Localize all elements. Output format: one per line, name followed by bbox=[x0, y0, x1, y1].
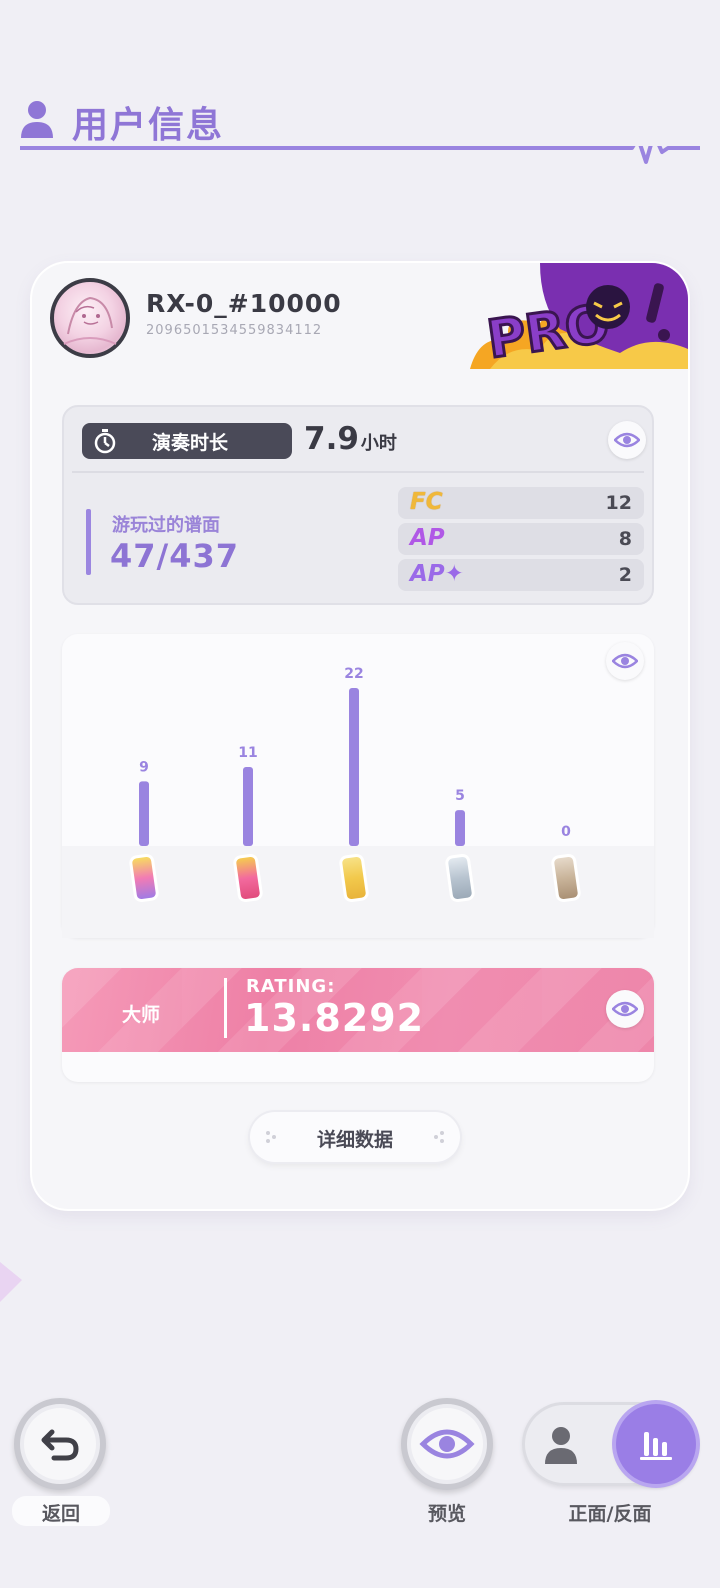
back-label: 返回 bbox=[12, 1496, 110, 1526]
rank-label: 大师 bbox=[122, 1004, 161, 1026]
chart-bar-rainbow bbox=[139, 781, 149, 846]
charts-played-label: 游玩过的谱面 bbox=[112, 515, 220, 536]
can-icon-rainbow bbox=[129, 853, 159, 903]
eye-icon bbox=[419, 1429, 475, 1459]
chart-value-label: 11 bbox=[238, 745, 257, 761]
detail-data-label: 详细数据 bbox=[316, 1129, 393, 1151]
playtime-unit: 小时 bbox=[360, 433, 397, 454]
fc-count: 12 bbox=[605, 492, 632, 514]
toggle-visibility-button[interactable] bbox=[608, 421, 646, 459]
can-icon-gold bbox=[339, 853, 369, 903]
rating-panel: 大师 RATING: 13.8292 bbox=[62, 968, 654, 1082]
charts-played-value: 47/437 bbox=[110, 537, 240, 575]
can-icon-gradient bbox=[233, 853, 263, 903]
playtime-number: 7.9 bbox=[304, 421, 359, 457]
clear-row-ap: AP 8 bbox=[398, 523, 644, 555]
avatar[interactable] bbox=[50, 278, 130, 358]
preview-button-face bbox=[411, 1408, 483, 1480]
fc-tag: FC bbox=[410, 489, 443, 515]
eye-icon bbox=[612, 653, 638, 669]
back-button[interactable] bbox=[14, 1398, 106, 1490]
user-name: RX-0_#10000 bbox=[146, 289, 342, 318]
front-back-toggle[interactable] bbox=[522, 1402, 698, 1486]
pro-badge-icon: PRO bbox=[470, 263, 688, 369]
rating-value: 13.8292 bbox=[244, 996, 425, 1040]
clear-chart-panel: 9 11 22 5 0 bbox=[62, 634, 654, 938]
rating-caption: RATING: bbox=[246, 976, 336, 997]
chart-value-label: 0 bbox=[561, 824, 571, 840]
playtime-label: 演奏时长 bbox=[82, 423, 292, 459]
undo-icon bbox=[41, 1429, 79, 1461]
chart-bar-gradient bbox=[243, 767, 253, 846]
stats-panel: 演奏时长 7.9 小时 游玩过的谱面 47/437 FC 12 AP 8 AP✦ … bbox=[62, 405, 654, 605]
toggle-visibility-button[interactable] bbox=[606, 642, 644, 680]
ap-plus-tag: AP✦ bbox=[410, 561, 464, 587]
ap-tag: AP bbox=[410, 525, 445, 551]
divider bbox=[72, 471, 644, 473]
chart-value-label: 9 bbox=[139, 759, 149, 775]
front-back-label: 正面/反面 bbox=[568, 1503, 652, 1525]
eye-icon bbox=[612, 1001, 638, 1017]
preview-label: 预览 bbox=[427, 1503, 466, 1525]
avatar-art bbox=[63, 296, 117, 345]
toggle-knob[interactable] bbox=[616, 1404, 696, 1484]
stopwatch-icon bbox=[94, 429, 116, 454]
bar-chart: 9 11 22 5 0 bbox=[62, 666, 654, 938]
page-title: 用户信息 bbox=[72, 105, 225, 146]
detail-data-button[interactable]: 详细数据 bbox=[250, 1112, 460, 1162]
profile-card: RX-0_#10000 2096501534559834112 PRO 演奏时长… bbox=[32, 263, 688, 1209]
person-icon bbox=[545, 1427, 577, 1464]
eye-icon bbox=[614, 432, 640, 448]
preview-button[interactable] bbox=[401, 1398, 493, 1490]
star-decoration-icon bbox=[0, 1262, 22, 1302]
back-button-face bbox=[24, 1408, 96, 1480]
section-header: 用户信息 bbox=[20, 96, 700, 176]
ap-plus-count: 2 bbox=[618, 564, 632, 586]
can-icon-silver bbox=[445, 853, 475, 903]
bar-chart-icon bbox=[640, 1432, 672, 1460]
playtime-label-text: 演奏时长 bbox=[152, 432, 229, 454]
can-icon-bronze bbox=[551, 853, 581, 903]
chart-value-label: 22 bbox=[344, 666, 363, 682]
clear-row-ap-plus: AP✦ 2 bbox=[398, 559, 644, 591]
dots-icon bbox=[434, 1131, 444, 1143]
chart-bar-gold bbox=[349, 688, 359, 846]
playtime-value: 7.9 小时 bbox=[304, 421, 397, 457]
toggle-visibility-button[interactable] bbox=[606, 990, 644, 1028]
accent-bar bbox=[86, 509, 91, 575]
ap-count: 8 bbox=[618, 528, 632, 550]
rating-separator bbox=[224, 978, 227, 1038]
user-icon bbox=[21, 101, 53, 138]
user-id: 2096501534559834112 bbox=[146, 323, 323, 338]
clear-row-fc: FC 12 bbox=[398, 487, 644, 519]
heartbeat-divider bbox=[20, 146, 700, 164]
chart-value-label: 5 bbox=[455, 788, 465, 804]
chart-bar-silver bbox=[455, 810, 465, 846]
